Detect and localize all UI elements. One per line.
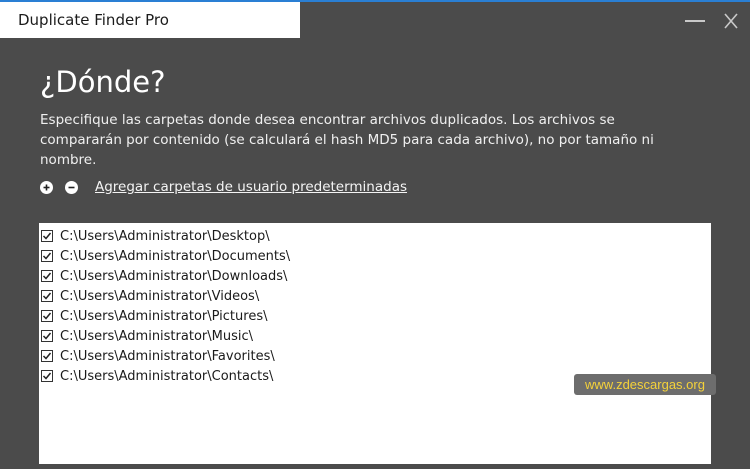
folder-path: C:\Users\Administrator\Pictures\: [60, 308, 268, 324]
checkmark-icon: [42, 252, 52, 260]
remove-folder-button[interactable]: [65, 180, 78, 194]
checkmark-icon: [42, 272, 52, 280]
folder-list-item[interactable]: C:\Users\Administrator\Music\: [39, 326, 711, 346]
add-folder-button[interactable]: [40, 180, 53, 194]
folder-list-item[interactable]: C:\Users\Administrator\Videos\: [39, 286, 711, 306]
folder-path: C:\Users\Administrator\Music\: [60, 328, 253, 344]
minus-circle-icon: [68, 186, 75, 188]
plus-circle-icon: [43, 184, 50, 190]
folder-checkbox[interactable]: [41, 290, 53, 302]
watermark: www.zdescargas.org: [574, 374, 716, 395]
minimize-icon: [685, 20, 705, 22]
folder-checkbox[interactable]: [41, 350, 53, 362]
app-window: Duplicate Finder Pro ¿Dónde? Especifique…: [0, 0, 750, 469]
checkmark-icon: [42, 232, 52, 240]
checkmark-icon: [42, 372, 52, 380]
page-title: ¿Dónde?: [40, 65, 166, 99]
folder-toolbar: Agregar carpetas de usuario predetermina…: [40, 177, 407, 197]
minimize-button[interactable]: [680, 2, 710, 38]
folder-list[interactable]: C:\Users\Administrator\Desktop\ C:\Users\…: [39, 223, 711, 464]
folder-checkbox[interactable]: [41, 310, 53, 322]
folder-checkbox[interactable]: [41, 370, 53, 382]
folder-list-item[interactable]: C:\Users\Administrator\Favorites\: [39, 346, 711, 366]
folder-path: C:\Users\Administrator\Documents\: [60, 248, 291, 264]
checkmark-icon: [42, 352, 52, 360]
folder-checkbox[interactable]: [41, 270, 53, 282]
checkmark-icon: [42, 292, 52, 300]
folder-list-item[interactable]: C:\Users\Administrator\Documents\: [39, 246, 711, 266]
checkmark-icon: [42, 312, 52, 320]
folder-items: C:\Users\Administrator\Desktop\ C:\Users\…: [39, 223, 711, 386]
folder-list-item[interactable]: C:\Users\Administrator\Downloads\: [39, 266, 711, 286]
folder-checkbox[interactable]: [41, 330, 53, 342]
folder-path: C:\Users\Administrator\Desktop\: [60, 228, 270, 244]
folder-path: C:\Users\Administrator\Favorites\: [60, 348, 275, 364]
page-description: Especifique las carpetas donde desea enc…: [40, 112, 654, 168]
close-button[interactable]: [716, 2, 746, 38]
folder-list-item[interactable]: C:\Users\Administrator\Desktop\: [39, 226, 711, 246]
checkmark-icon: [42, 332, 52, 340]
folder-checkbox[interactable]: [41, 250, 53, 262]
folder-list-item[interactable]: C:\Users\Administrator\Pictures\: [39, 306, 711, 326]
window-title: Duplicate Finder Pro: [0, 2, 300, 38]
folder-checkbox[interactable]: [41, 230, 53, 242]
folder-path: C:\Users\Administrator\Videos\: [60, 288, 260, 304]
folder-path: C:\Users\Administrator\Contacts\: [60, 368, 274, 384]
close-icon: [724, 13, 738, 29]
folder-path: C:\Users\Administrator\Downloads\: [60, 268, 288, 284]
add-default-folders-link[interactable]: Agregar carpetas de usuario predetermina…: [95, 179, 407, 195]
